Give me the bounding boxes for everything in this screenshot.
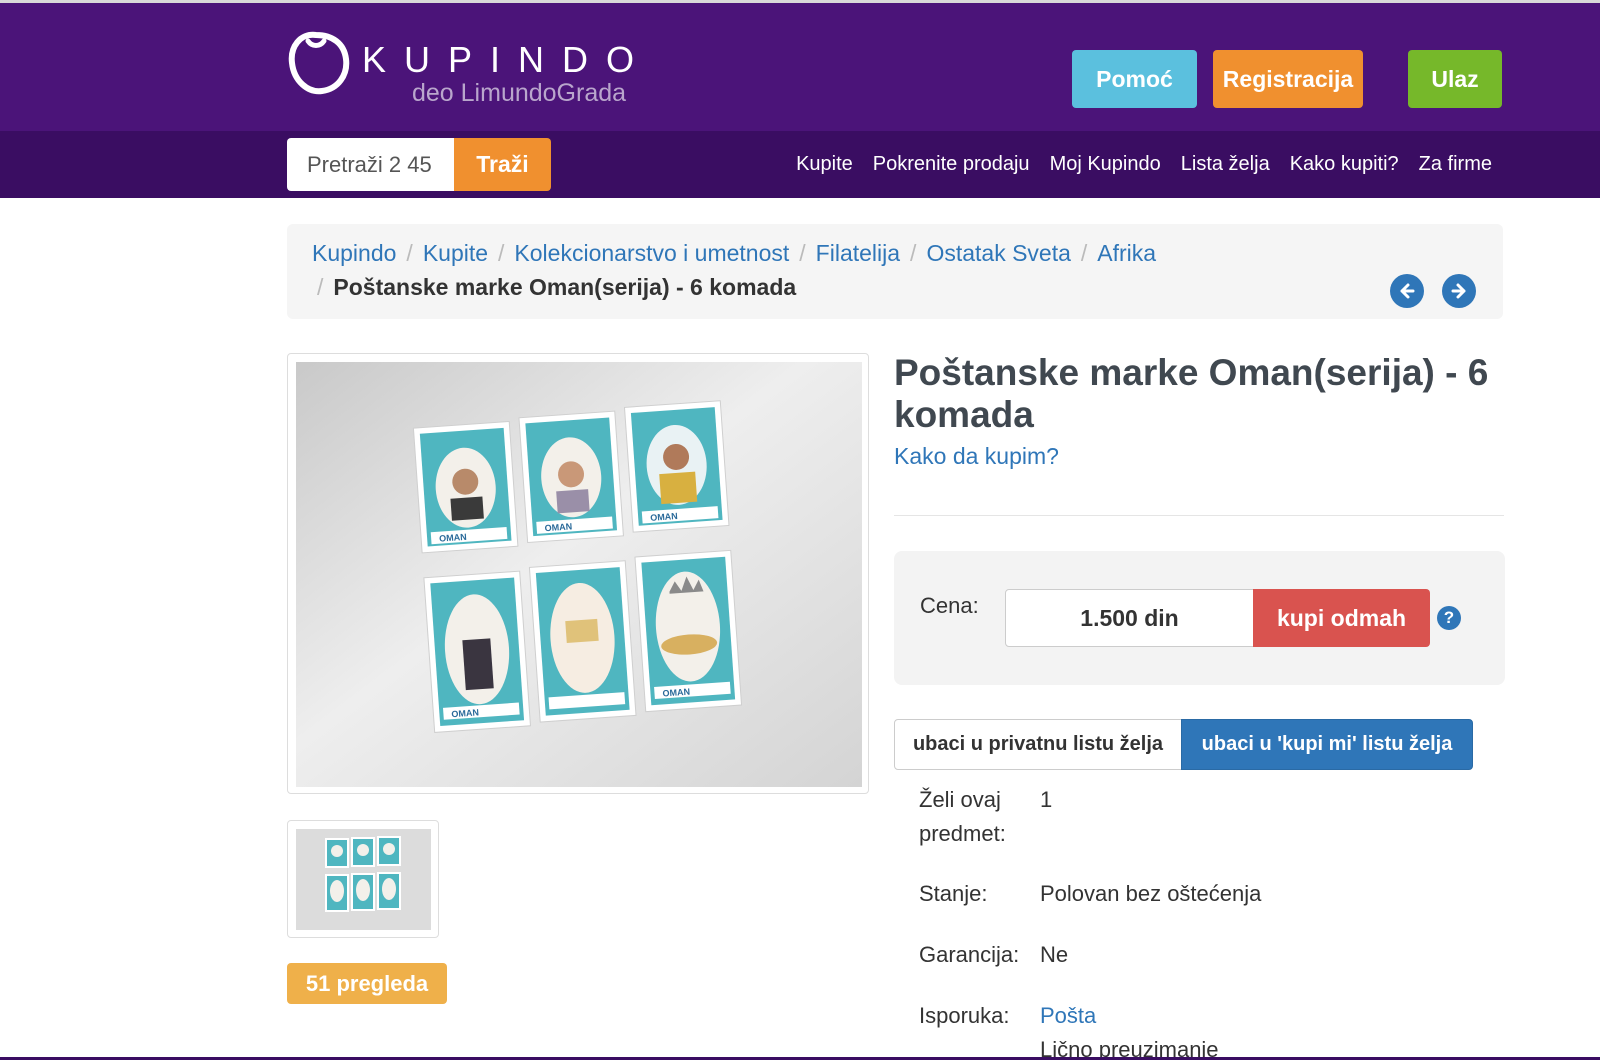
nav-link-kako-kupiti[interactable]: Kako kupiti?: [1290, 153, 1399, 176]
main-product-image-frame[interactable]: OMAN OMAN OMAN OMAN OMAN: [287, 353, 869, 794]
price-value: 1.500 din: [1005, 589, 1254, 647]
section-divider: [894, 515, 1504, 516]
search-input[interactable]: Pretraži 2 45: [287, 138, 454, 191]
spec-condition-value: Polovan bez oštećenja: [1040, 881, 1262, 906]
help-button[interactable]: Pomoć: [1072, 50, 1197, 108]
breadcrumb-separator: /: [317, 274, 324, 300]
spec-condition-label: Stanje:: [919, 881, 988, 906]
add-to-buy-me-wishlist-button[interactable]: ubaci u 'kupi mi' listu želja: [1181, 719, 1473, 770]
stamp-country-label: OMAN: [662, 687, 690, 699]
breadcrumb-separator: /: [799, 240, 806, 266]
kupindo-logo[interactable]: KUPINDO deo LimundoGrada: [286, 29, 646, 109]
stamp-country-label: OMAN: [544, 521, 572, 533]
spec-wants-value: 1: [1040, 787, 1053, 812]
breadcrumb-item-afrika[interactable]: Afrika: [1097, 240, 1156, 266]
product-thumbnail[interactable]: [296, 829, 431, 930]
previous-item-arrow-icon[interactable]: [1390, 274, 1424, 308]
price-box: Cena: 1.500 din kupi odmah ?: [894, 551, 1505, 685]
breadcrumb-item-kupite[interactable]: Kupite: [423, 240, 488, 266]
breadcrumb-item-kupindo[interactable]: Kupindo: [312, 240, 396, 266]
register-button[interactable]: Registracija: [1213, 50, 1363, 108]
breadcrumb-item-filatelija[interactable]: Filatelija: [816, 240, 900, 266]
views-count-badge: 51 pregleda: [287, 963, 447, 1004]
breadcrumb-separator: /: [498, 240, 505, 266]
spec-warranty-label: Garancija:: [919, 942, 1020, 967]
spec-warranty-value: Ne: [1040, 942, 1069, 967]
how-to-buy-link[interactable]: Kako da kupim?: [894, 443, 1059, 470]
nav-link-lista-zelja[interactable]: Lista želja: [1181, 153, 1270, 176]
stamp-country-label: OMAN: [439, 532, 467, 544]
breadcrumb-item-kolekcionarstvo[interactable]: Kolekcionarstvo i umetnost: [514, 240, 789, 266]
product-title: Poštanske marke Oman(serija) - 6 komada: [894, 352, 1489, 435]
nav-links: Kupite Pokrenite prodaju Moj Kupindo Lis…: [796, 131, 1492, 198]
main-navbar: Pretraži 2 45 Traži Kupite Pokrenite pro…: [0, 131, 1600, 198]
search-button[interactable]: Traži: [454, 138, 551, 191]
logo-wordmark: KUPINDO: [362, 39, 653, 80]
nav-link-pokrenite-prodaju[interactable]: Pokrenite prodaju: [873, 153, 1030, 176]
breadcrumb-current: Poštanske marke Oman(serija) - 6 komada: [333, 274, 797, 300]
breadcrumb-item-ostatak-sveta[interactable]: Ostatak Sveta: [926, 240, 1070, 266]
spec-delivery-post-link[interactable]: Pošta: [1040, 999, 1096, 1033]
logo-mark-icon: [288, 31, 350, 95]
question-icon[interactable]: ?: [1437, 606, 1461, 630]
nav-link-moj-kupindo[interactable]: Moj Kupindo: [1050, 153, 1161, 176]
nav-link-kupite[interactable]: Kupite: [796, 153, 853, 176]
site-header: KUPINDO deo LimundoGrada Pomoć Registrac…: [0, 3, 1600, 131]
breadcrumb-separator: /: [406, 240, 413, 266]
main-product-image[interactable]: OMAN OMAN OMAN OMAN OMAN: [296, 362, 862, 787]
breadcrumb: Kupindo / Kupite / Kolekcionarstvo i umetnos…: [287, 224, 1503, 319]
stamp-country-label: OMAN: [451, 707, 479, 719]
login-button[interactable]: Ulaz: [1408, 50, 1502, 108]
stamp-country-label: OMAN: [650, 511, 678, 523]
breadcrumb-separator: /: [1080, 240, 1088, 266]
nav-link-za-firme[interactable]: Za firme: [1419, 153, 1492, 176]
breadcrumb-separator: /: [910, 240, 917, 266]
next-item-arrow-icon[interactable]: [1442, 274, 1476, 308]
spec-delivery-label: Isporuka:: [919, 1003, 1010, 1028]
spec-wants-label: Želi ovaj: [919, 787, 1001, 812]
add-to-private-wishlist-button[interactable]: ubaci u privatnu listu želja: [894, 719, 1182, 770]
spec-wants-label-cont: predmet:: [919, 821, 1006, 846]
spec-delivery-pickup: Lično preuzimanje: [1040, 1037, 1219, 1060]
logo-subtitle: deo LimundoGrada: [412, 79, 627, 107]
price-label: Cena:: [920, 593, 979, 618]
product-thumbnail-frame[interactable]: [287, 820, 439, 938]
buy-now-button[interactable]: kupi odmah: [1253, 589, 1430, 647]
